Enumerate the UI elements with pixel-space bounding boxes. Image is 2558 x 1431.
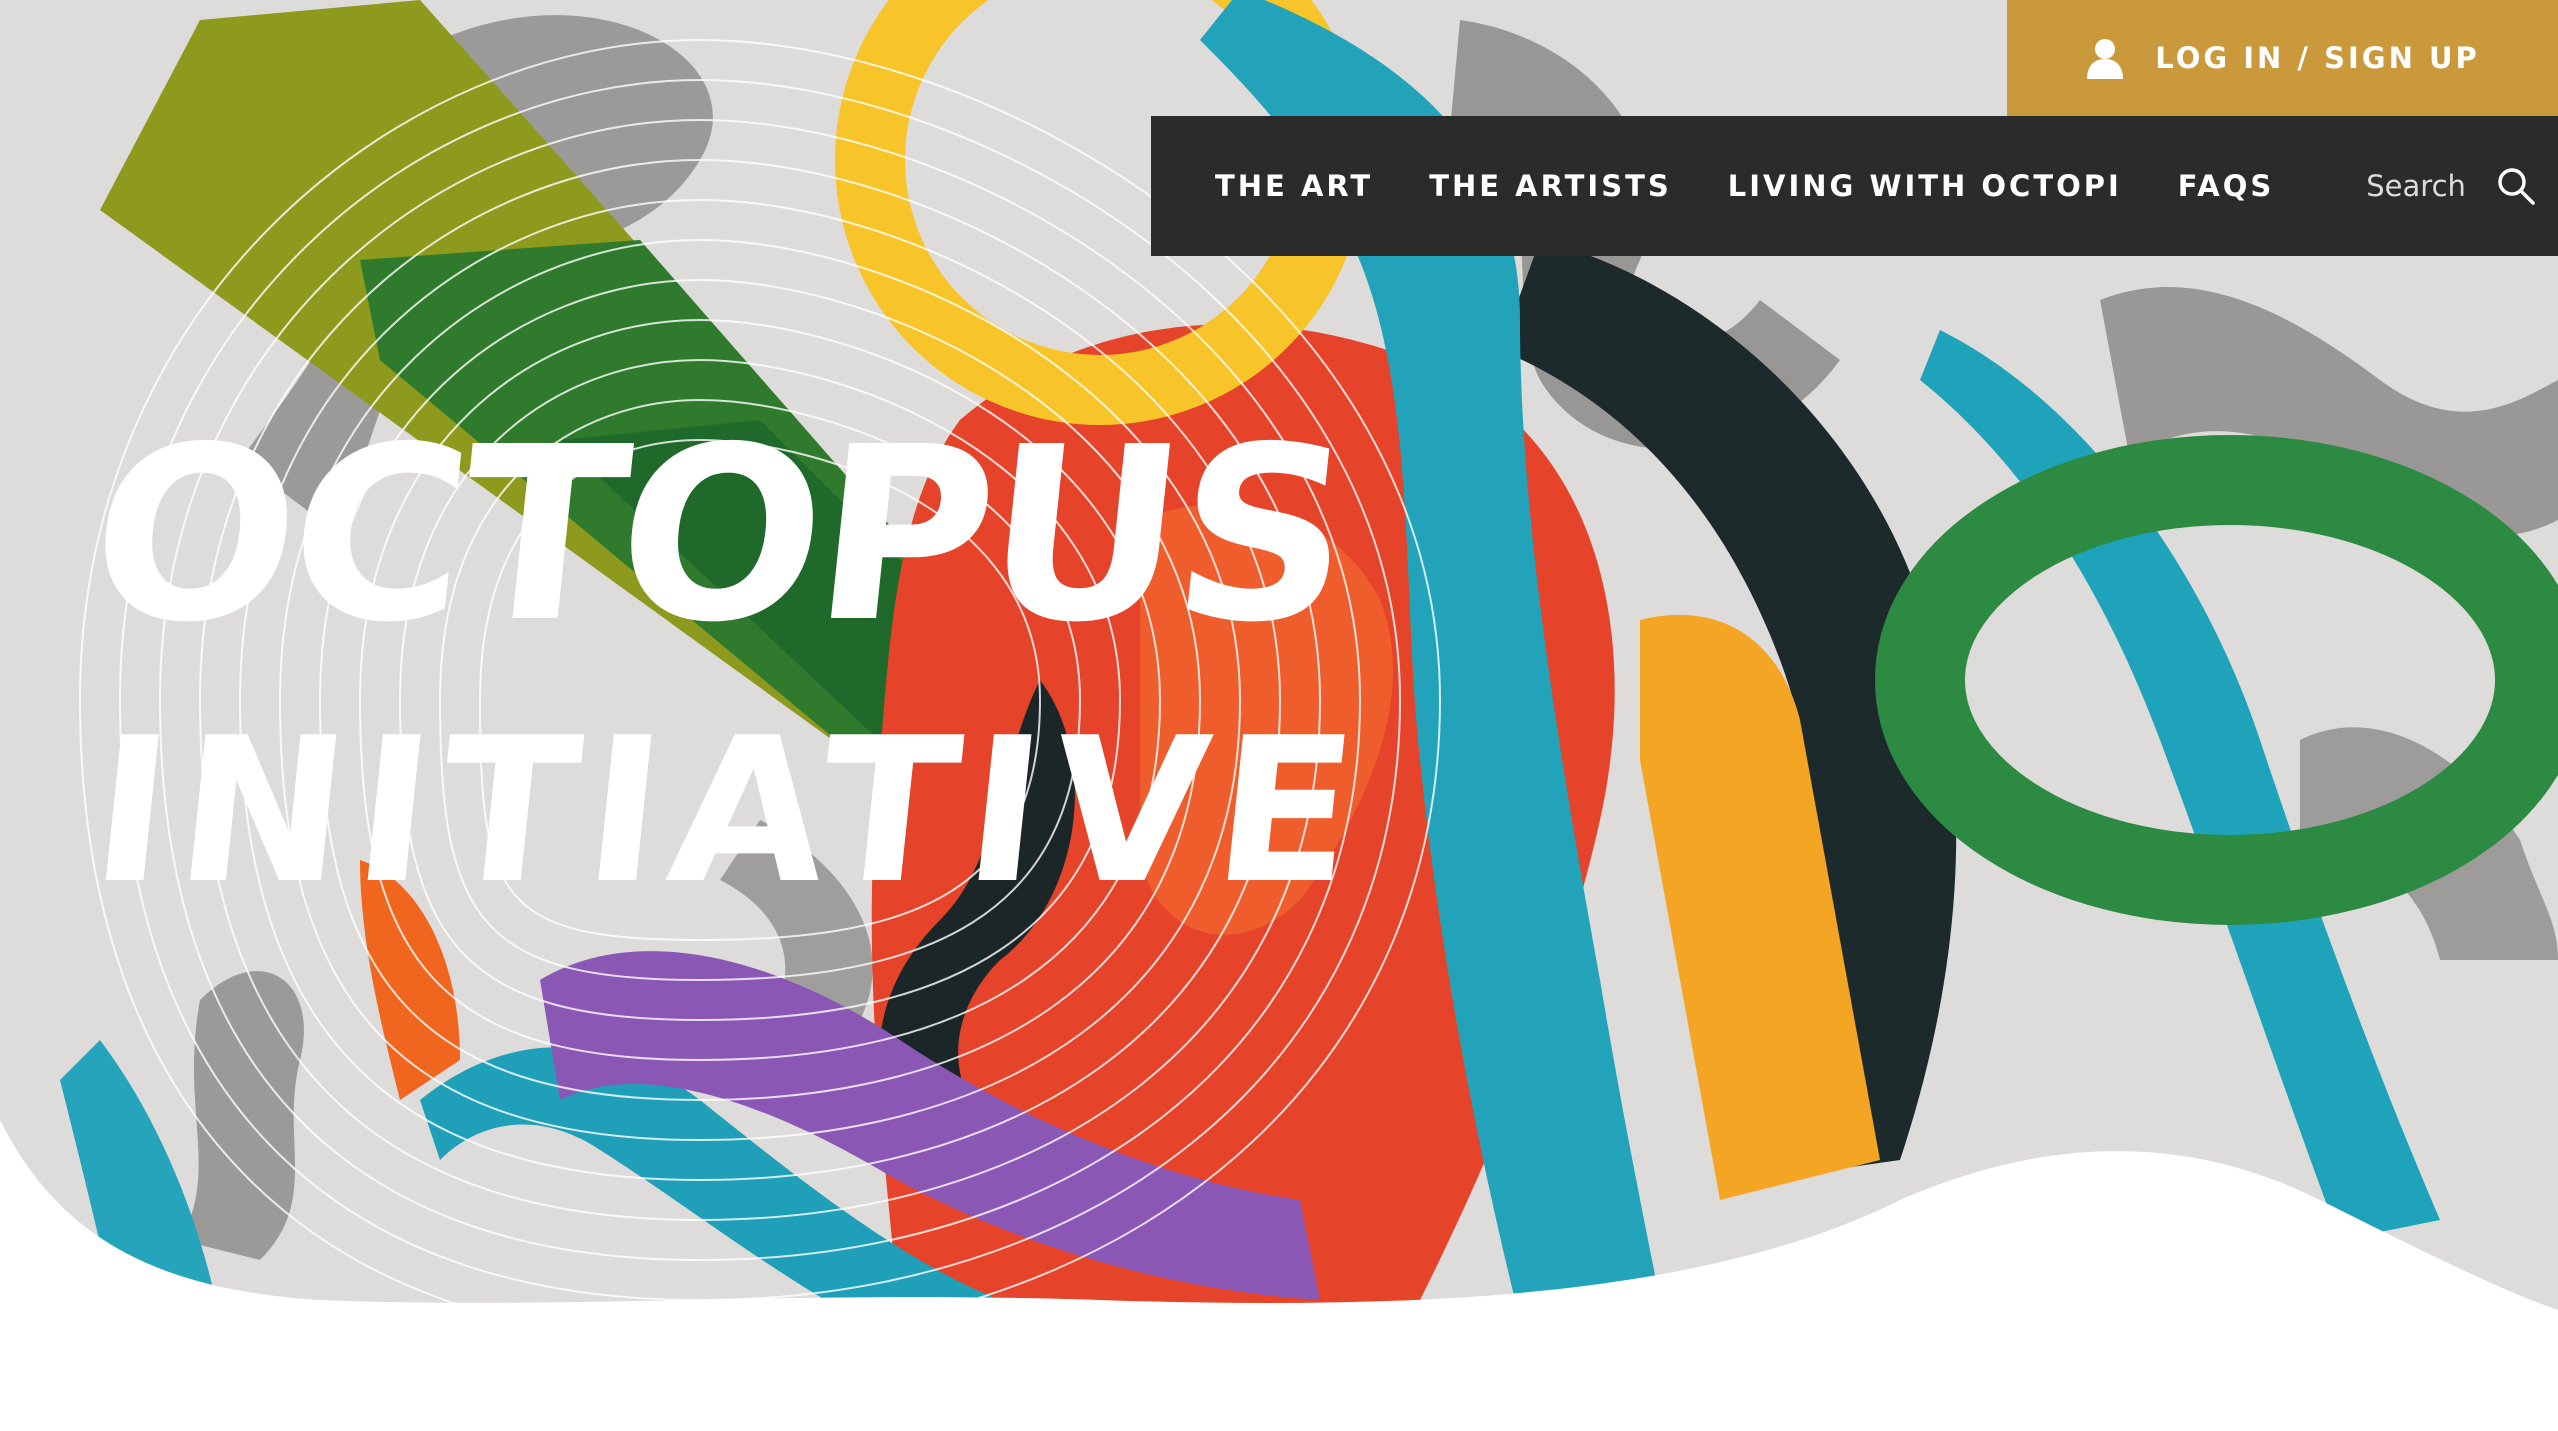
nav-item-living-with-octopi[interactable]: LIVING WITH OCTOPI [1728,169,2122,203]
nav-item-the-art[interactable]: THE ART [1215,169,1373,203]
login-signup-label: LOG IN / SIGN UP [2155,41,2480,75]
user-icon [2085,37,2125,79]
login-signup-button[interactable]: LOG IN / SIGN UP [2007,0,2558,116]
nav-item-faqs[interactable]: FAQS [2178,169,2274,203]
search-button[interactable]: Search [2366,166,2536,206]
search-label: Search [2366,169,2466,203]
main-nav: THE ART THE ARTISTS LIVING WITH OCTOPI F… [1151,116,2558,256]
nav-item-the-artists[interactable]: THE ARTISTS [1429,169,1672,203]
search-icon [2496,166,2536,206]
